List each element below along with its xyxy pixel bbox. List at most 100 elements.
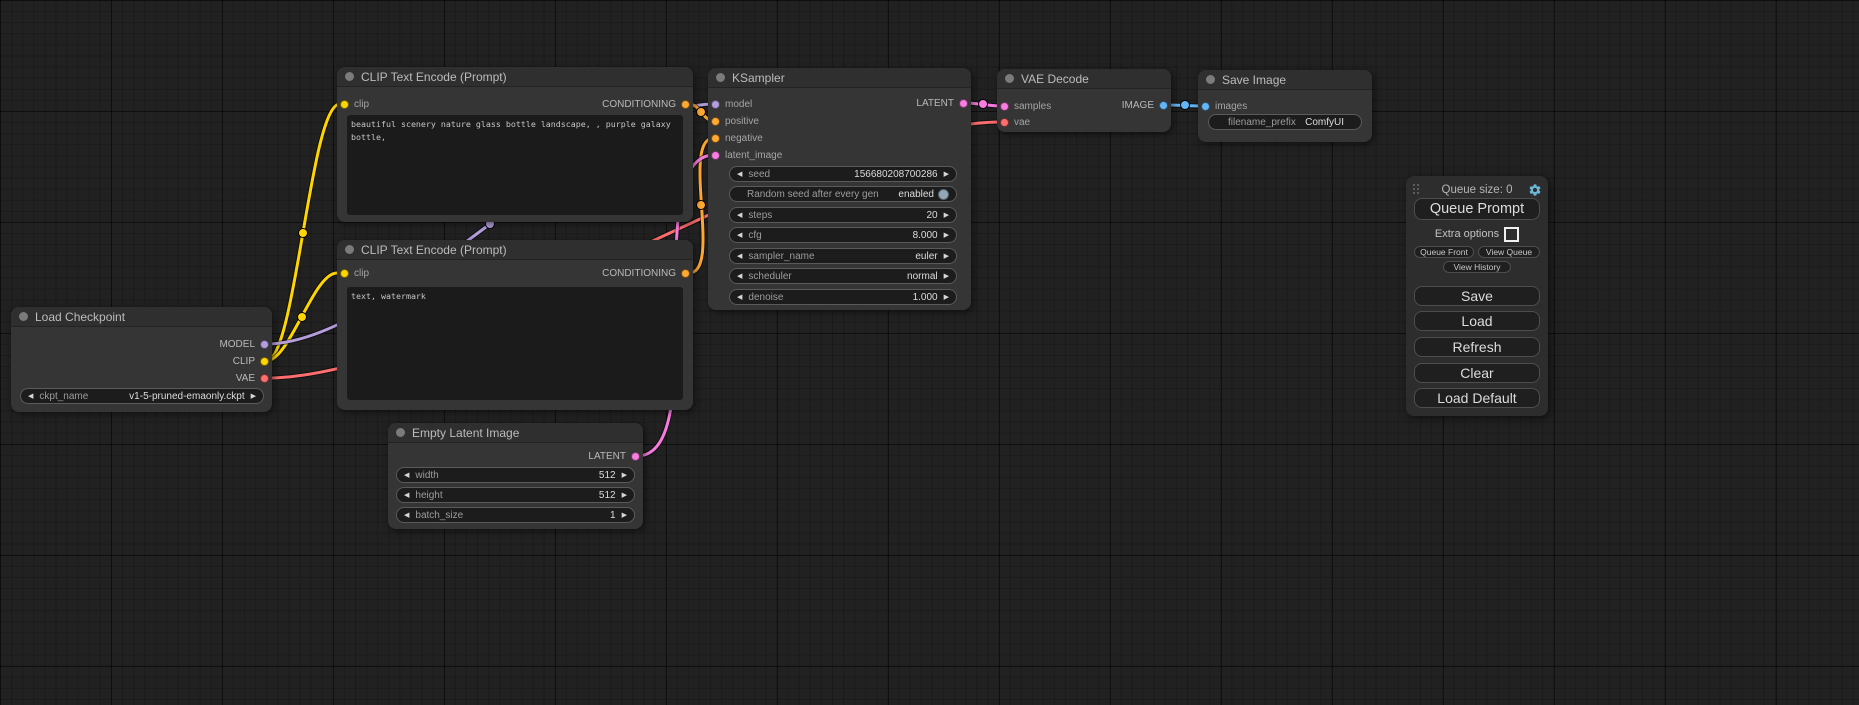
- increment-arrow-icon[interactable]: ▶: [944, 294, 949, 301]
- latent-port-icon[interactable]: [711, 151, 720, 160]
- view-queue-button[interactable]: View Queue: [1478, 246, 1540, 258]
- vae-port-icon[interactable]: [1000, 118, 1009, 127]
- height-widget[interactable]: ◀ height 512 ▶: [396, 487, 635, 503]
- output-slot-image[interactable]: IMAGE: [1122, 98, 1168, 112]
- increment-arrow-icon[interactable]: ▶: [622, 512, 627, 519]
- decrement-arrow-icon[interactable]: ◀: [737, 171, 742, 178]
- vae-port-icon[interactable]: [260, 374, 269, 383]
- node-vae-decode[interactable]: VAE Decode samples IMAGE vae: [997, 69, 1171, 132]
- input-slot-vae[interactable]: vae: [1000, 115, 1030, 129]
- clip-port-icon[interactable]: [340, 100, 349, 109]
- scheduler-widget[interactable]: ◀ scheduler normal ▶: [729, 268, 957, 284]
- output-slot-conditioning[interactable]: CONDITIONING: [602, 266, 690, 280]
- refresh-button[interactable]: Refresh: [1414, 337, 1540, 357]
- seed-widget[interactable]: ◀ seed 156680208700286 ▶: [729, 166, 957, 182]
- width-widget[interactable]: ◀ width 512 ▶: [396, 467, 635, 483]
- increment-arrow-icon[interactable]: ▶: [944, 212, 949, 219]
- model-port-icon[interactable]: [711, 100, 720, 109]
- output-slot-latent[interactable]: LATENT: [588, 449, 640, 463]
- decrement-arrow-icon[interactable]: ◀: [737, 273, 742, 280]
- view-history-button[interactable]: View History: [1443, 261, 1511, 273]
- filename-prefix-widget[interactable]: filename_prefix ComfyUI: [1208, 114, 1362, 130]
- extra-options-checkbox[interactable]: [1504, 227, 1519, 242]
- decrement-arrow-icon[interactable]: ◀: [737, 212, 742, 219]
- load-default-button[interactable]: Load Default: [1414, 388, 1540, 408]
- increment-arrow-icon[interactable]: ▶: [944, 171, 949, 178]
- settings-gear-icon[interactable]: [1528, 183, 1542, 197]
- node-clip-text-encode-negative[interactable]: CLIP Text Encode (Prompt) clip CONDITION…: [337, 240, 693, 410]
- ckpt-name-widget[interactable]: ◀ ckpt_name v1-5-pruned-emaonly.ckpt ▶: [20, 388, 264, 404]
- collapse-dot-icon[interactable]: [396, 428, 405, 437]
- queue-front-button[interactable]: Queue Front: [1414, 246, 1474, 258]
- node-title-bar[interactable]: Load Checkpoint: [11, 307, 272, 327]
- collapse-dot-icon[interactable]: [345, 245, 354, 254]
- latent-port-icon[interactable]: [631, 452, 640, 461]
- toggle-enabled-icon[interactable]: [938, 189, 949, 200]
- node-graph-canvas[interactable]: Load Checkpoint MODEL CLIP VAE ◀ ckpt_na…: [0, 0, 1859, 705]
- queue-prompt-button[interactable]: Queue Prompt: [1414, 198, 1540, 220]
- collapse-dot-icon[interactable]: [345, 72, 354, 81]
- batch-size-widget[interactable]: ◀ batch_size 1 ▶: [396, 507, 635, 523]
- decrement-arrow-icon[interactable]: ◀: [737, 294, 742, 301]
- load-button[interactable]: Load: [1414, 311, 1540, 331]
- input-slot-positive[interactable]: positive: [711, 114, 759, 128]
- model-port-icon[interactable]: [260, 340, 269, 349]
- decrement-arrow-icon[interactable]: ◀: [737, 232, 742, 239]
- increment-arrow-icon[interactable]: ▶: [251, 393, 256, 400]
- clip-port-icon[interactable]: [260, 357, 269, 366]
- output-slot-model[interactable]: MODEL: [219, 337, 269, 351]
- input-slot-clip[interactable]: clip: [340, 97, 369, 111]
- queue-menu-panel[interactable]: Queue size: 0 Queue Prompt Extra options…: [1406, 176, 1548, 416]
- latent-port-icon[interactable]: [959, 99, 968, 108]
- collapse-dot-icon[interactable]: [19, 312, 28, 321]
- decrement-arrow-icon[interactable]: ◀: [404, 492, 409, 499]
- positive-prompt-textarea[interactable]: beautiful scenery nature glass bottle la…: [347, 115, 683, 215]
- cfg-widget[interactable]: ◀ cfg 8.000 ▶: [729, 227, 957, 243]
- node-clip-text-encode-positive[interactable]: CLIP Text Encode (Prompt) clip CONDITION…: [337, 67, 693, 222]
- increment-arrow-icon[interactable]: ▶: [622, 492, 627, 499]
- decrement-arrow-icon[interactable]: ◀: [404, 512, 409, 519]
- input-slot-negative[interactable]: negative: [711, 131, 763, 145]
- collapse-dot-icon[interactable]: [1206, 75, 1215, 84]
- node-ksampler[interactable]: KSampler model LATENT positive negative …: [708, 68, 971, 310]
- sampler-name-widget[interactable]: ◀ sampler_name euler ▶: [729, 248, 957, 264]
- input-slot-latent-image[interactable]: latent_image: [711, 148, 782, 162]
- decrement-arrow-icon[interactable]: ◀: [28, 393, 33, 400]
- negative-prompt-textarea[interactable]: text, watermark: [347, 287, 683, 400]
- increment-arrow-icon[interactable]: ▶: [944, 273, 949, 280]
- node-empty-latent-image[interactable]: Empty Latent Image LATENT ◀ width 512 ▶ …: [388, 423, 643, 529]
- conditioning-port-icon[interactable]: [681, 269, 690, 278]
- denoise-widget[interactable]: ◀ denoise 1.000 ▶: [729, 289, 957, 305]
- clear-button[interactable]: Clear: [1414, 363, 1540, 383]
- clip-port-icon[interactable]: [340, 269, 349, 278]
- input-slot-images[interactable]: images: [1201, 99, 1247, 113]
- input-slot-model[interactable]: model: [711, 97, 752, 111]
- output-slot-latent[interactable]: LATENT: [916, 96, 968, 110]
- output-slot-clip[interactable]: CLIP: [233, 354, 269, 368]
- increment-arrow-icon[interactable]: ▶: [622, 472, 627, 479]
- latent-port-icon[interactable]: [1000, 102, 1009, 111]
- increment-arrow-icon[interactable]: ▶: [944, 232, 949, 239]
- drag-handle-icon[interactable]: [1413, 184, 1420, 195]
- input-slot-samples[interactable]: samples: [1000, 99, 1051, 113]
- node-title-bar[interactable]: Empty Latent Image: [388, 423, 643, 443]
- image-port-icon[interactable]: [1159, 101, 1168, 110]
- conditioning-port-icon[interactable]: [681, 100, 690, 109]
- collapse-dot-icon[interactable]: [1005, 74, 1014, 83]
- steps-widget[interactable]: ◀ steps 20 ▶: [729, 207, 957, 223]
- node-title-bar[interactable]: VAE Decode: [997, 69, 1171, 89]
- node-title-bar[interactable]: KSampler: [708, 68, 971, 88]
- random-seed-toggle-widget[interactable]: Random seed after every gen enabled: [729, 186, 957, 202]
- increment-arrow-icon[interactable]: ▶: [944, 253, 949, 260]
- decrement-arrow-icon[interactable]: ◀: [737, 253, 742, 260]
- node-title-bar[interactable]: Save Image: [1198, 70, 1372, 90]
- input-slot-clip[interactable]: clip: [340, 266, 369, 280]
- image-port-icon[interactable]: [1201, 102, 1210, 111]
- node-title-bar[interactable]: CLIP Text Encode (Prompt): [337, 67, 693, 87]
- conditioning-port-icon[interactable]: [711, 134, 720, 143]
- decrement-arrow-icon[interactable]: ◀: [404, 472, 409, 479]
- output-slot-vae[interactable]: VAE: [236, 371, 269, 385]
- save-button[interactable]: Save: [1414, 286, 1540, 306]
- node-title-bar[interactable]: CLIP Text Encode (Prompt): [337, 240, 693, 260]
- node-save-image[interactable]: Save Image images filename_prefix ComfyU…: [1198, 70, 1372, 142]
